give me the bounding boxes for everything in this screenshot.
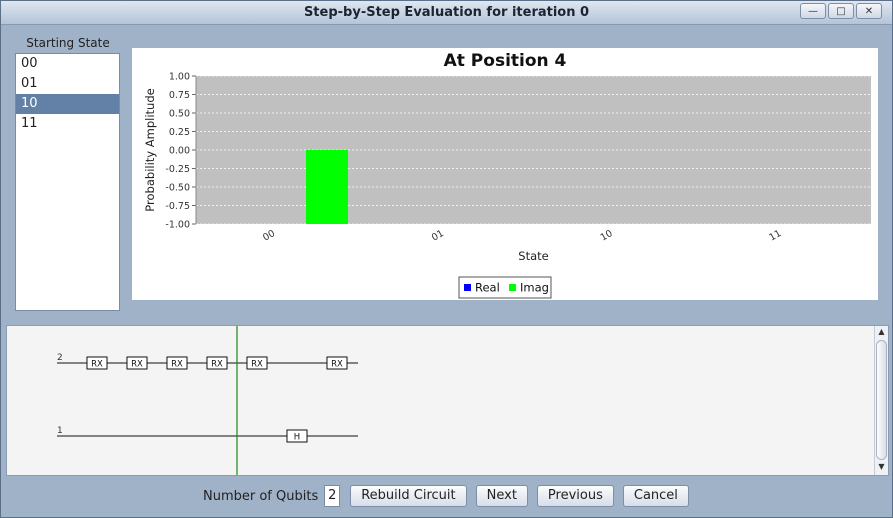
evaluation-window: Step-by-Step Evaluation for iteration 0 … (0, 0, 893, 518)
svg-text:RX: RX (91, 360, 103, 370)
svg-text:RX: RX (211, 360, 223, 370)
amplitude-chart-panel: At Position 4 1.00 0.75 0.50 0.25 0.00 -0.25 -0… (132, 48, 878, 300)
y-tick-label: 0.50 (169, 109, 190, 120)
legend-label-real: Real (475, 281, 500, 295)
gate-rx[interactable]: RX (326, 356, 348, 370)
qubit-label: 2 (57, 353, 63, 363)
legend-label-imag: Imag (520, 281, 549, 295)
legend-swatch-real (464, 284, 471, 291)
y-tick-label: 0.00 (169, 146, 190, 157)
next-button[interactable]: Next (475, 485, 528, 507)
y-tick-label: 1.00 (169, 72, 190, 83)
y-tick-label: 0.75 (169, 90, 190, 101)
y-tick-label: -0.50 (165, 183, 190, 194)
svg-text:RX: RX (131, 360, 143, 370)
state-item[interactable]: 01 (16, 74, 119, 94)
legend-swatch-imag (509, 284, 516, 291)
state-item[interactable]: 11 (16, 114, 119, 134)
svg-text:RX: RX (251, 360, 263, 370)
dialog-content: Starting State 00 01 10 11 At Position 4… (1, 26, 892, 517)
starting-state-label: Starting State (26, 36, 110, 50)
number-of-qubits-label: Number of Qubits (203, 488, 319, 504)
previous-button[interactable]: Previous (536, 485, 614, 507)
amplitude-chart: At Position 4 1.00 0.75 0.50 0.25 0.00 -0.25 -0… (143, 51, 871, 299)
gate-rx[interactable]: RX (166, 356, 188, 370)
y-tick-label: -0.25 (165, 164, 190, 175)
gate-rx[interactable]: RX (206, 356, 228, 370)
state-item[interactable]: 00 (16, 54, 119, 74)
starting-state-list[interactable]: 00 01 10 11 (15, 53, 120, 311)
chart-legend: Real Imag (458, 276, 552, 299)
bar-imag (306, 150, 348, 224)
y-tick-label: -0.75 (165, 201, 190, 212)
scroll-up-icon[interactable]: ▲ (875, 327, 888, 339)
chart-title: At Position 4 (444, 51, 567, 71)
restore-icon[interactable]: □ (828, 3, 854, 19)
vertical-scrollbar[interactable]: ▲ ▼ (874, 326, 888, 475)
minimize-icon[interactable]: — (800, 3, 826, 19)
x-tick-label: 00 (261, 228, 277, 244)
svg-text:RX: RX (331, 360, 343, 370)
y-axis-label: Probability Amplitude (143, 88, 157, 211)
rebuild-circuit-button[interactable]: Rebuild Circuit (350, 485, 467, 507)
window-title: Step-by-Step Evaluation for iteration 0 (303, 5, 590, 20)
number-of-qubits-input[interactable]: 2 (324, 485, 341, 507)
button-bar: Number of Qubits 2 Rebuild Circuit Next … (1, 481, 892, 517)
x-tick-label: 01 (430, 228, 446, 244)
gate-rx[interactable]: RX (86, 356, 108, 370)
x-tick-label: 11 (767, 228, 783, 244)
scroll-down-icon[interactable]: ▼ (875, 462, 888, 474)
circuit-diagram: 2 RX RX RX RX RX RX 1 H (57, 326, 358, 475)
x-tick-label: 10 (599, 228, 615, 244)
x-axis-label: State (518, 249, 548, 263)
scroll-thumb[interactable] (876, 340, 887, 460)
close-icon[interactable]: ✕ (856, 3, 882, 19)
gate-rx[interactable]: RX (246, 356, 268, 370)
title-bar[interactable]: Step-by-Step Evaluation for iteration 0 … (1, 1, 892, 25)
gate-h[interactable]: H (286, 429, 308, 443)
svg-text:H: H (294, 433, 300, 443)
circuit-panel[interactable]: 2 RX RX RX RX RX RX 1 H ▲ ▼ (6, 325, 889, 476)
svg-text:RX: RX (171, 360, 183, 370)
state-item-selected[interactable]: 10 (16, 94, 119, 114)
y-tick-label: -1.00 (165, 220, 190, 231)
qubit-label: 1 (57, 426, 63, 436)
cancel-button[interactable]: Cancel (622, 485, 689, 507)
y-tick-label: 0.25 (169, 127, 190, 138)
gate-rx[interactable]: RX (126, 356, 148, 370)
